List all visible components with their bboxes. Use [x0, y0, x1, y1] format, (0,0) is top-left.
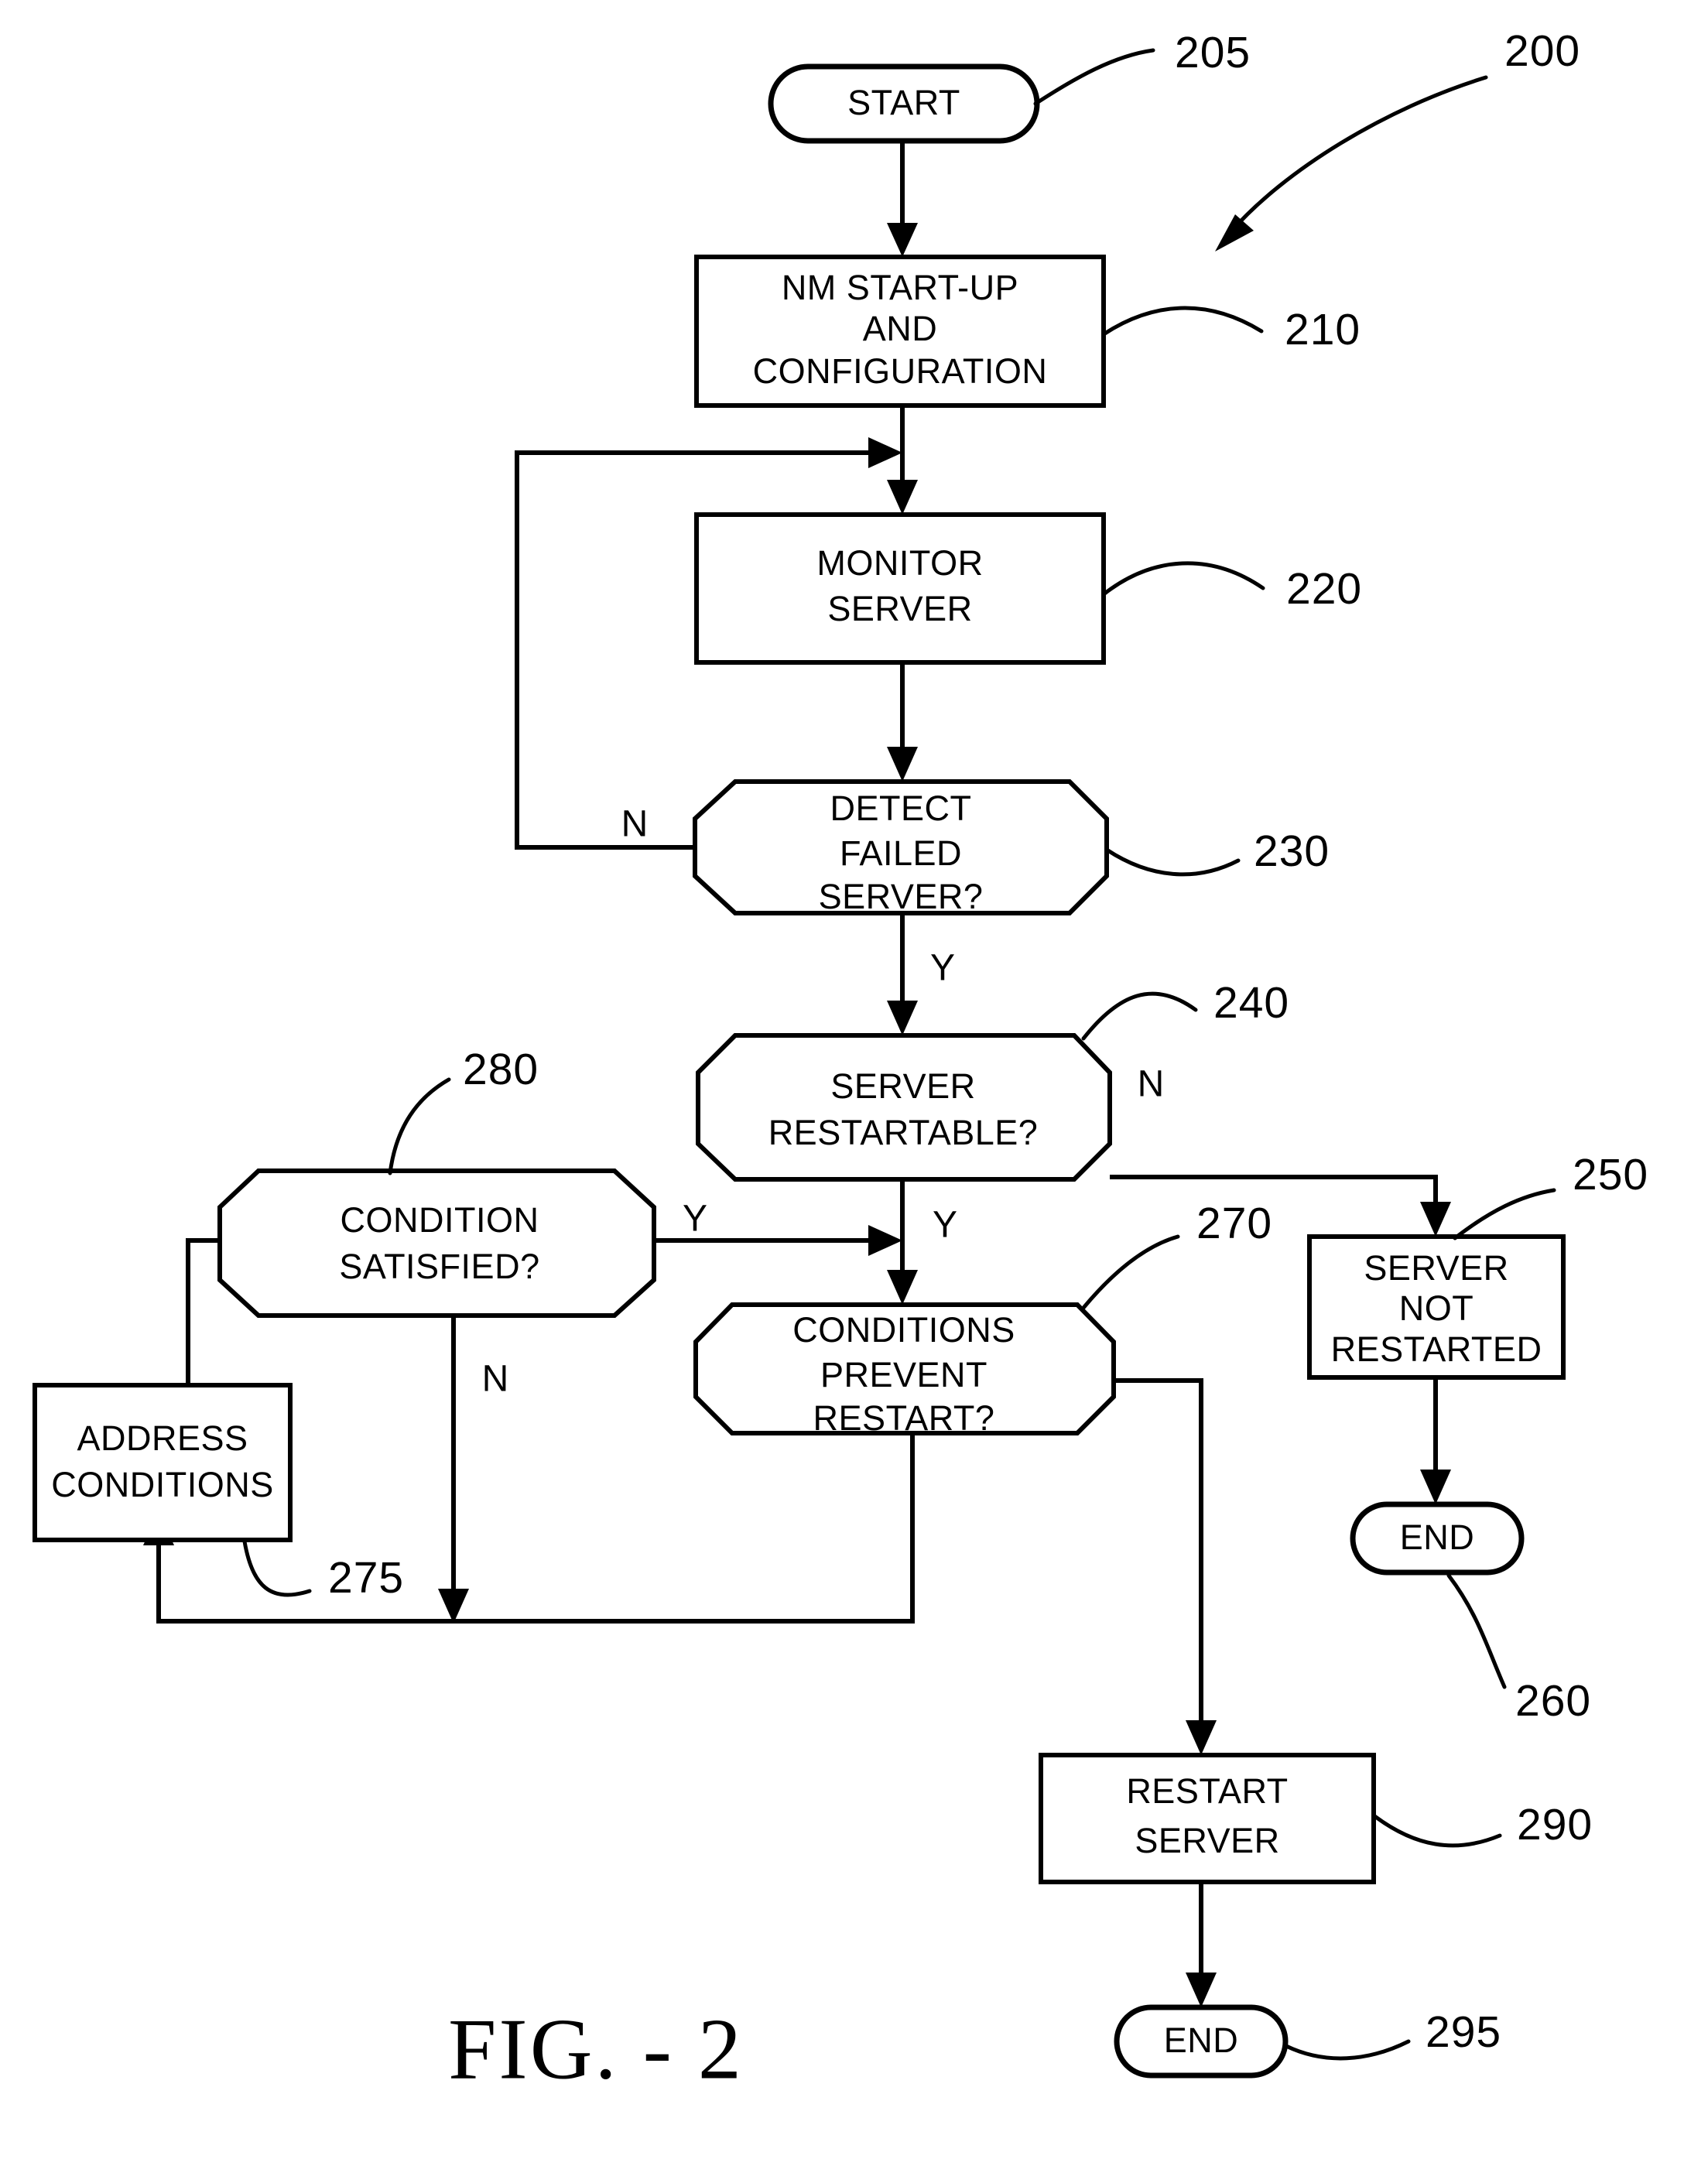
- branch-label-restartable-no: N: [1138, 1064, 1165, 1105]
- start-label: START: [847, 83, 960, 122]
- leader-260: [1446, 1573, 1507, 1689]
- node-start[interactable]: START: [768, 63, 1040, 144]
- monitor-label-line2: SERVER: [827, 589, 972, 628]
- arrowhead-restart-to-end: [1186, 1973, 1217, 2007]
- ref-label-230: 230: [1254, 826, 1330, 876]
- ref-label-270: 270: [1196, 1199, 1272, 1248]
- branch-label-condition-no: N: [482, 1359, 509, 1400]
- not-restarted-label-line1: SERVER: [1364, 1248, 1508, 1288]
- branch-label-condition-yes: Y: [683, 1199, 707, 1240]
- conditions-prevent-label-line3: RESTART?: [813, 1398, 995, 1438]
- node-restart-server[interactable]: RESTART SERVER: [1039, 1753, 1376, 1884]
- figure-caption: FIG. - 2: [448, 2002, 744, 2098]
- ref-label-295: 295: [1426, 2007, 1501, 2057]
- not-restarted-label-line2: NOT: [1399, 1288, 1474, 1328]
- leader-210: [1101, 306, 1264, 337]
- startup-label-line3: CONFIGURATION: [753, 351, 1048, 391]
- restartable-label-line1: SERVER: [830, 1066, 975, 1106]
- ref-label-275: 275: [328, 1553, 404, 1603]
- leader-240: [1081, 991, 1198, 1041]
- monitor-label-line1: MONITOR: [816, 543, 983, 583]
- restart-server-label-line1: RESTART: [1126, 1771, 1288, 1811]
- leader-280: [388, 1077, 451, 1175]
- patent-figure: START NM START-UP AND CONFIGURATION MONI…: [0, 0, 1708, 2183]
- leader-230: [1104, 847, 1241, 877]
- node-condition-satisfied[interactable]: CONDITION SATISFIED?: [217, 1168, 656, 1318]
- startup-label-line1: NM START-UP: [782, 268, 1018, 307]
- arrowhead-condition-yes: [868, 1225, 902, 1256]
- node-server-restartable[interactable]: SERVER RESTARTABLE?: [696, 1033, 1112, 1182]
- node-conditions-prevent-restart[interactable]: CONDITIONS PREVENT RESTART?: [693, 1302, 1116, 1438]
- arrowhead-conditions-prevent-no: [1186, 1720, 1217, 1755]
- arrowhead-restartable-yes: [887, 1270, 918, 1305]
- ref-label-220: 220: [1286, 564, 1362, 614]
- node-server-not-restarted[interactable]: SERVER NOT RESTARTED: [1307, 1234, 1566, 1380]
- address-conditions-label-line1: ADDRESS: [77, 1418, 248, 1458]
- conditions-prevent-label-line2: PREVENT: [820, 1355, 987, 1394]
- arrowhead-detect-yes: [887, 1001, 918, 1035]
- leader-200: [1228, 75, 1488, 234]
- ref-label-240: 240: [1213, 978, 1289, 1028]
- condition-satisfied-label-line1: CONDITION: [341, 1200, 539, 1240]
- conditions-prevent-label-line1: CONDITIONS: [792, 1310, 1015, 1350]
- ref-label-280: 280: [463, 1045, 539, 1094]
- detect-label-line3: SERVER?: [819, 877, 984, 916]
- ref-label-200: 200: [1504, 26, 1580, 76]
- startup-label-line2: AND: [863, 309, 938, 348]
- flowchart-canvas: START NM START-UP AND CONFIGURATION MONI…: [33, 26, 1648, 2098]
- branch-label-detect-no: N: [621, 804, 649, 845]
- edge-conditions-prevent-no: [1114, 1378, 1203, 1726]
- arrowhead-monitor-to-detect: [887, 747, 918, 782]
- arrowhead-condition-no: [438, 1589, 469, 1624]
- node-end-bottom[interactable]: END: [1114, 2004, 1289, 2079]
- branch-label-detect-yes: Y: [930, 948, 955, 989]
- leader-295: [1284, 2039, 1411, 2061]
- restart-server-label-line2: SERVER: [1135, 1821, 1279, 1860]
- restartable-shape: [696, 1033, 1112, 1182]
- end-bottom-label: END: [1164, 2020, 1239, 2060]
- edge-restartable-no: [1110, 1175, 1438, 1207]
- node-end-right[interactable]: END: [1350, 1501, 1525, 1576]
- node-detect-failed-server[interactable]: DETECT FAILED SERVER?: [693, 779, 1109, 916]
- address-conditions-label-line2: CONDITIONS: [51, 1465, 274, 1504]
- arrowhead-leader-200: [1215, 214, 1254, 251]
- detect-label-line2: FAILED: [840, 833, 962, 873]
- end-right-label: END: [1400, 1517, 1475, 1557]
- restartable-label-line2: RESTARTABLE?: [768, 1113, 1039, 1152]
- leader-205: [1033, 48, 1155, 106]
- arrowhead-startup-to-monitor: [887, 480, 918, 515]
- leader-220: [1101, 561, 1265, 597]
- ref-label-260: 260: [1515, 1676, 1591, 1726]
- detect-label-line1: DETECT: [830, 789, 972, 828]
- leader-270: [1081, 1234, 1180, 1310]
- ref-label-210: 210: [1285, 305, 1361, 354]
- arrowhead-not-restarted-to-end: [1420, 1470, 1451, 1504]
- condition-satisfied-label-line2: SATISFIED?: [339, 1247, 539, 1286]
- node-nm-startup-configuration[interactable]: NM START-UP AND CONFIGURATION: [694, 255, 1106, 408]
- leader-275: [242, 1539, 312, 1597]
- leader-290: [1371, 1813, 1502, 1848]
- ref-label-250: 250: [1573, 1150, 1648, 1199]
- node-monitor-server[interactable]: MONITOR SERVER: [694, 512, 1106, 665]
- ref-label-290: 290: [1517, 1800, 1593, 1849]
- address-conditions-shape: [33, 1383, 293, 1542]
- not-restarted-label-line3: RESTARTED: [1331, 1329, 1542, 1369]
- leader-250: [1453, 1188, 1556, 1240]
- arrowhead-restartable-no: [1420, 1202, 1451, 1237]
- arrowhead-detect-no-loop: [868, 437, 902, 468]
- condition-satisfied-shape: [217, 1168, 656, 1318]
- ref-label-205: 205: [1175, 28, 1251, 77]
- arrowhead-start-to-startup: [887, 223, 918, 257]
- branch-label-restartable-yes: Y: [933, 1205, 957, 1246]
- node-address-conditions[interactable]: ADDRESS CONDITIONS: [33, 1383, 293, 1542]
